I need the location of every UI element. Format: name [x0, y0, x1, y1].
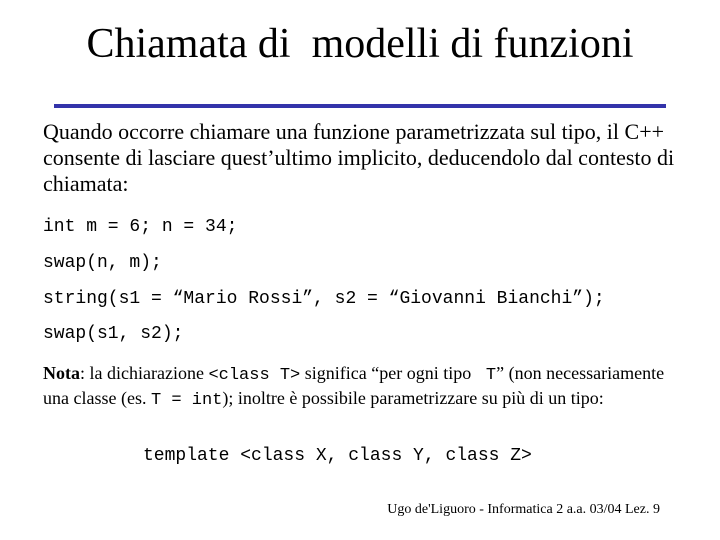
code-line-declaration: int m = 6; n = 34; [43, 217, 238, 237]
code-line-swap-strings: swap(s1, s2); [43, 324, 184, 344]
note-text-1: : la dichiarazione [80, 363, 209, 383]
note-code-t: T [475, 366, 497, 385]
code-line-swap-ints: swap(n, m); [43, 253, 162, 273]
slide-title: Chiamata di modelli di funzioni [86, 21, 634, 67]
slide-footer: Ugo de'Liguoro - Informatica 2 a.a. 03/0… [387, 502, 660, 517]
note-code-t-int: T = int [150, 391, 223, 410]
code-line-strings: string(s1 = “Mario Rossi”, s2 = “Giovann… [43, 289, 605, 309]
note-label: Nota [43, 363, 80, 383]
note-text-4: ); inoltre è possibile parametrizzare su… [222, 388, 604, 408]
note-paragraph: Nota: la dichiarazione <class T> signifi… [43, 362, 683, 412]
note-text-2: significa “per ogni tipo [300, 363, 476, 383]
code-template-declaration: template <class X, class Y, class Z> [143, 446, 532, 466]
note-code-class-t: <class T> [208, 366, 301, 385]
intro-paragraph: Quando occorre chiamare una funzione par… [43, 119, 675, 196]
title-underline-rule [54, 104, 666, 108]
